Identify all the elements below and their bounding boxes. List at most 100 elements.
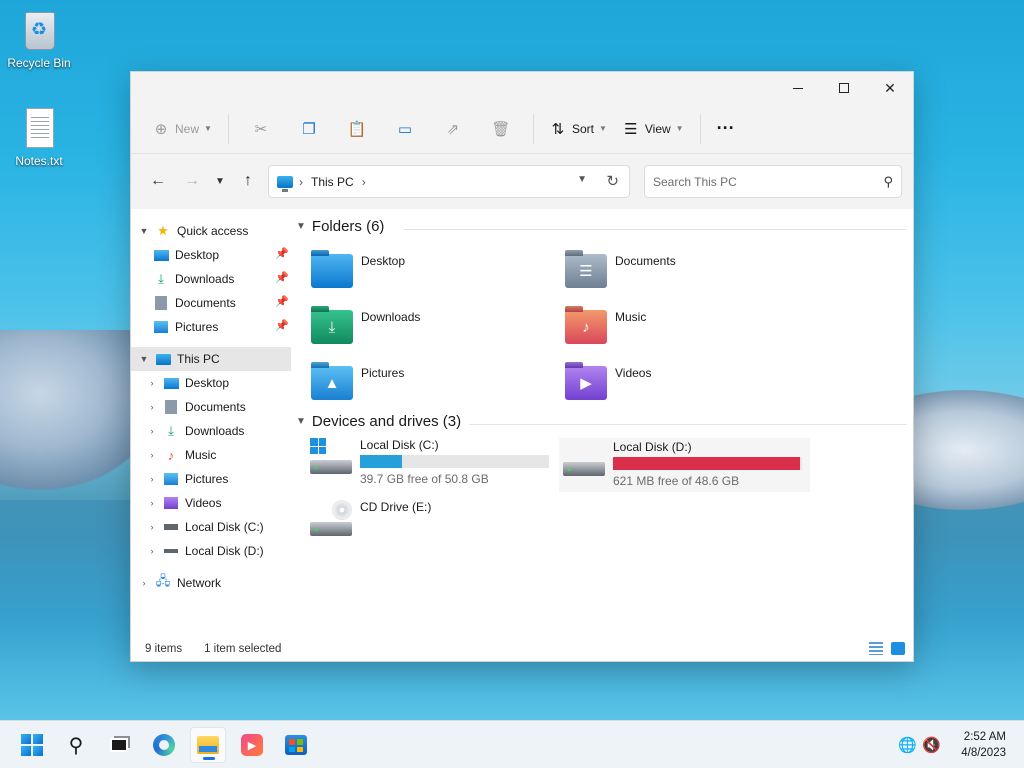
- folder-label: Desktop: [361, 254, 406, 268]
- rename-button[interactable]: ▭: [381, 113, 429, 145]
- delete-button[interactable]: 🗑: [477, 113, 525, 145]
- folder-tile-desktop[interactable]: Desktop: [311, 254, 405, 288]
- nav-item-downloads[interactable]: › ⤓ Downloads: [131, 419, 291, 443]
- nav-item-local-disk-d[interactable]: › Local Disk (D:): [131, 539, 291, 563]
- taskbar-edge-button[interactable]: [146, 727, 182, 763]
- folder-tile-downloads[interactable]: ⤓ Downloads: [311, 310, 420, 344]
- search-button[interactable]: ⚲: [58, 727, 94, 763]
- details-view-icon[interactable]: [869, 642, 883, 655]
- copy-button[interactable]: ❐: [285, 113, 333, 145]
- nav-item-quick-pictures[interactable]: Pictures 📌: [131, 315, 291, 339]
- cut-button[interactable]: ✂: [237, 113, 285, 145]
- folder-label: Documents: [615, 254, 676, 268]
- new-label: New: [175, 121, 200, 136]
- paste-button[interactable]: 📋: [333, 113, 381, 145]
- close-icon: ✕: [884, 79, 896, 96]
- breadcrumb-separator: ›: [299, 174, 303, 189]
- taskbar-file-explorer-button[interactable]: [190, 727, 226, 763]
- chevron-down-icon[interactable]: ▼: [296, 416, 306, 427]
- nav-item-pictures[interactable]: › Pictures: [131, 467, 291, 491]
- nav-this-pc[interactable]: ▼ This PC: [131, 347, 291, 371]
- taskbar-media-player-button[interactable]: ▶: [234, 727, 270, 763]
- chevron-right-icon[interactable]: ›: [145, 402, 159, 412]
- minimize-button[interactable]: [775, 72, 821, 104]
- desktop-folder-icon: [311, 254, 353, 288]
- nav-item-documents[interactable]: › Documents: [131, 395, 291, 419]
- search-input[interactable]: Search This PC ⚲: [644, 165, 902, 198]
- chevron-right-icon[interactable]: ›: [137, 578, 151, 588]
- sort-button[interactable]: ⇅ Sort ▼: [542, 113, 615, 145]
- drive-tile-d[interactable]: Local Disk (D:) 621 MB free of 48.6 GB: [559, 438, 810, 492]
- desktop-icon-notes-txt[interactable]: Notes.txt: [3, 106, 75, 168]
- folder-tile-videos[interactable]: ▶ Videos: [565, 366, 651, 400]
- network-globe-icon[interactable]: 🌐: [898, 736, 917, 754]
- pin-icon[interactable]: 📌: [275, 271, 289, 284]
- refresh-icon[interactable]: ↻: [606, 172, 619, 190]
- recent-locations-button[interactable]: ▼: [209, 167, 231, 195]
- drive-tile-e[interactable]: CD Drive (E:): [310, 500, 554, 544]
- chevron-right-icon[interactable]: ›: [145, 450, 159, 460]
- address-history-dropdown[interactable]: ▼: [577, 174, 587, 185]
- back-button[interactable]: ←: [141, 167, 175, 195]
- volume-muted-icon[interactable]: 🔇: [922, 736, 941, 754]
- chevron-right-icon[interactable]: ›: [145, 522, 159, 532]
- nav-item-quick-documents[interactable]: Documents 📌: [131, 291, 291, 315]
- nav-item-desktop[interactable]: › Desktop: [131, 371, 291, 395]
- nav-item-quick-downloads[interactable]: ⤓ Downloads 📌: [131, 267, 291, 291]
- view-list-icon: ☰: [624, 120, 638, 138]
- chevron-down-icon[interactable]: ▼: [296, 221, 306, 232]
- system-drive-icon: [310, 438, 354, 478]
- nav-quick-access[interactable]: ▼ ★ Quick access: [131, 219, 291, 243]
- chevron-right-icon[interactable]: ›: [145, 546, 159, 556]
- share-icon: ⇗: [446, 120, 460, 138]
- pictures-icon: [163, 472, 179, 486]
- download-arrow-icon: ⤓: [158, 271, 164, 286]
- chevron-right-icon[interactable]: ›: [145, 378, 159, 388]
- taskbar-store-button[interactable]: [278, 727, 314, 763]
- nav-network[interactable]: › 🖧 Network: [131, 571, 291, 595]
- up-button[interactable]: ↑: [231, 167, 265, 195]
- folder-tile-pictures[interactable]: ▲ Pictures: [311, 366, 404, 400]
- chevron-right-icon[interactable]: ›: [145, 474, 159, 484]
- desktop-icon-recycle-bin[interactable]: Recycle Bin: [3, 8, 75, 70]
- content-pane: ▼ Folders (6) Desktop ☰ Documents ⤓ Down…: [296, 209, 913, 637]
- taskbar-clock[interactable]: 2:52 AM 4/8/2023: [961, 729, 1006, 761]
- chevron-down-icon: ▼: [215, 175, 225, 187]
- pin-icon[interactable]: 📌: [275, 295, 289, 308]
- title-bar[interactable]: ✕: [131, 72, 913, 104]
- folder-tile-documents[interactable]: ☰ Documents: [565, 254, 676, 288]
- breadcrumb-separator[interactable]: ›: [362, 175, 366, 189]
- task-view-button[interactable]: [101, 727, 137, 763]
- share-button[interactable]: ⇗: [429, 113, 477, 145]
- nav-item-local-disk-c[interactable]: › Local Disk (C:): [131, 515, 291, 539]
- nav-item-videos[interactable]: › Videos: [131, 491, 291, 515]
- more-options-button[interactable]: ···: [709, 113, 743, 145]
- group-header-folders[interactable]: ▼ Folders (6): [296, 218, 384, 235]
- group-header-devices[interactable]: ▼ Devices and drives (3): [296, 413, 461, 430]
- folder-tile-music[interactable]: ♪ Music: [565, 310, 646, 344]
- pin-icon[interactable]: 📌: [275, 319, 289, 332]
- nav-item-music[interactable]: › ♪ Music: [131, 443, 291, 467]
- breadcrumb-this-pc[interactable]: This PC: [311, 175, 354, 189]
- drive-icon: [163, 544, 179, 558]
- start-button[interactable]: [14, 727, 50, 763]
- chevron-down-icon[interactable]: ▼: [137, 354, 151, 364]
- pin-icon[interactable]: 📌: [275, 247, 289, 260]
- command-separator: [532, 113, 534, 144]
- new-button[interactable]: ⊕ New ▼: [145, 113, 220, 145]
- nav-item-quick-desktop[interactable]: Desktop 📌: [131, 243, 291, 267]
- tiles-view-icon[interactable]: [891, 642, 905, 655]
- view-button[interactable]: ☰ View ▼: [615, 113, 692, 145]
- chevron-right-icon[interactable]: ›: [145, 498, 159, 508]
- close-button[interactable]: ✕: [867, 72, 913, 104]
- drive-tile-c[interactable]: Local Disk (C:) 39.7 GB free of 50.8 GB: [310, 438, 554, 488]
- maximize-button[interactable]: [821, 72, 867, 104]
- forward-button[interactable]: →: [175, 167, 209, 195]
- sort-arrows-icon: ⇅: [551, 120, 565, 138]
- disc-icon: [332, 500, 352, 520]
- music-icon: ♪: [167, 447, 175, 463]
- chevron-right-icon[interactable]: ›: [145, 426, 159, 436]
- chevron-down-icon[interactable]: ▼: [137, 226, 151, 236]
- address-bar[interactable]: › This PC › ▼ ↻: [268, 165, 630, 198]
- search-icon[interactable]: ⚲: [883, 174, 893, 190]
